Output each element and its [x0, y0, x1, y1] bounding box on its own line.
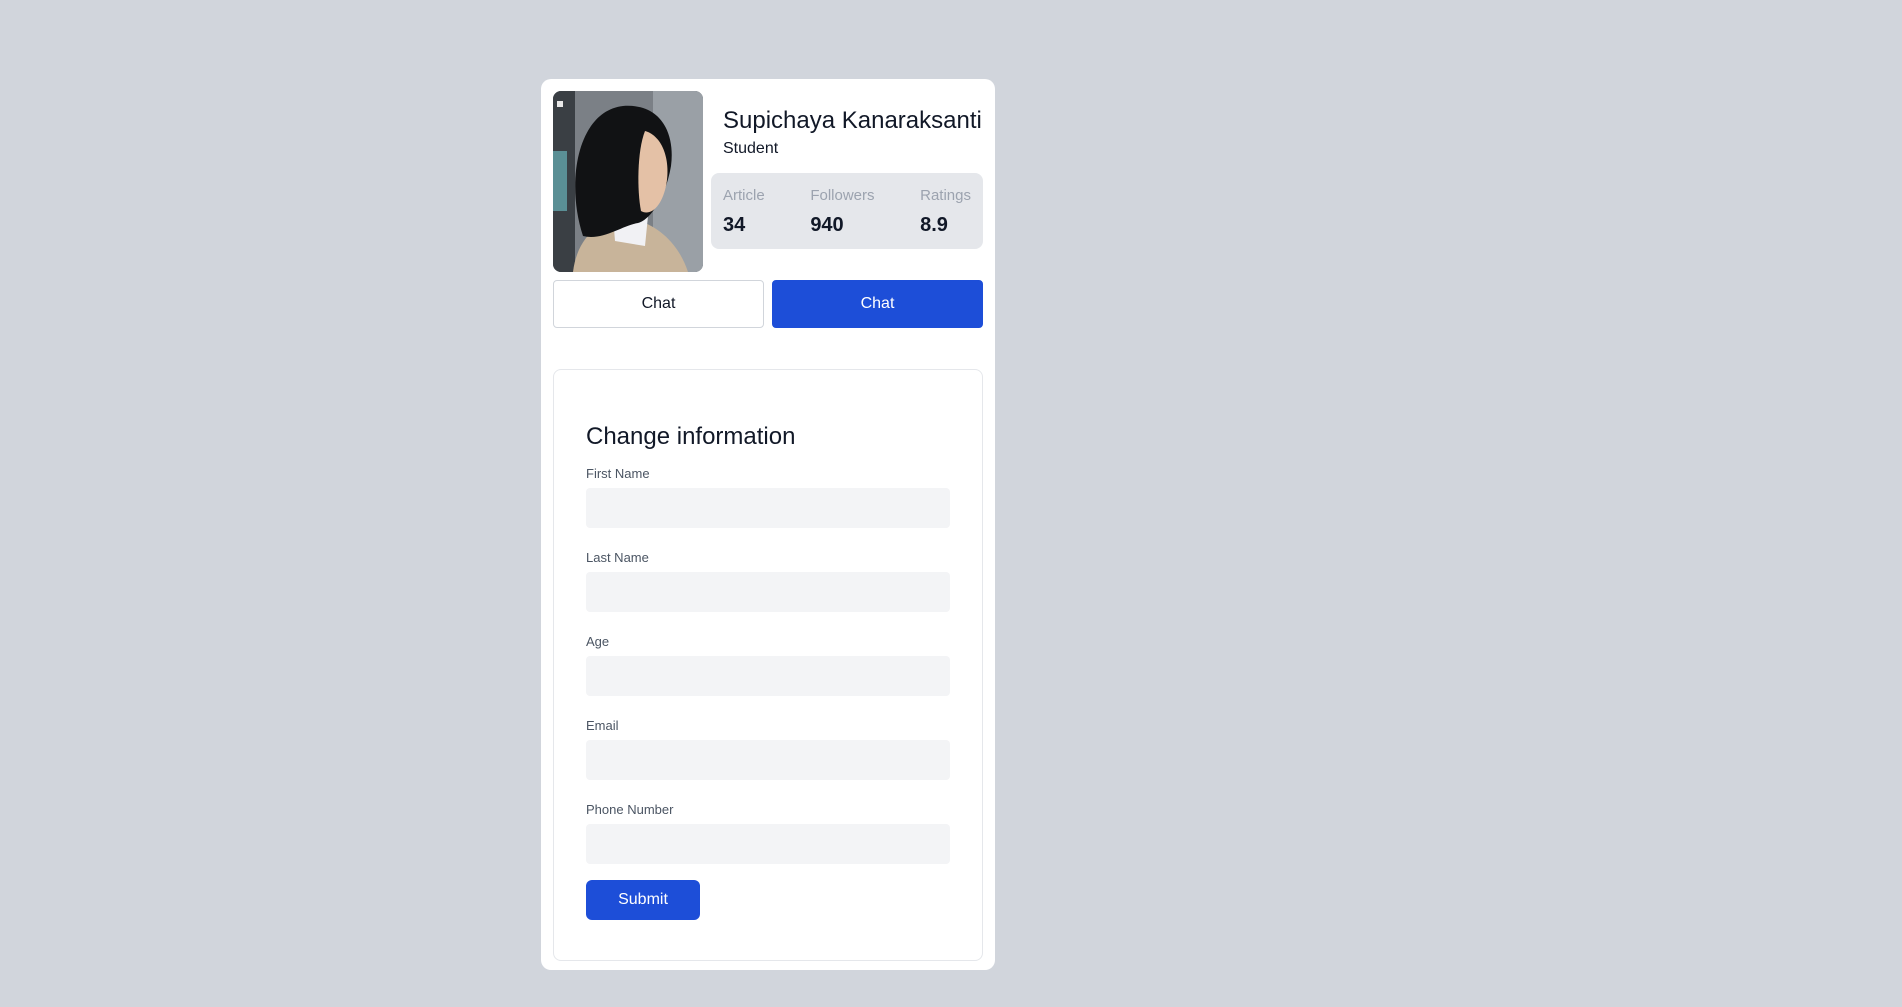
profile-role: Student: [723, 140, 779, 157]
profile-header: Supichaya Kanaraksanti Student Article 3…: [553, 91, 983, 272]
profile-name: Supichaya Kanaraksanti: [723, 107, 982, 134]
first-name-label: First Name: [586, 466, 650, 481]
chat-primary-button[interactable]: Chat: [772, 280, 983, 328]
last-name-input[interactable]: [586, 572, 950, 612]
email-field: Email: [586, 718, 950, 780]
submit-button[interactable]: Submit: [586, 880, 700, 920]
email-label: Email: [586, 718, 619, 733]
age-field: Age: [586, 634, 950, 696]
stat-followers: Followers 940: [810, 173, 874, 249]
action-buttons: Chat Chat: [553, 280, 983, 328]
email-input[interactable]: [586, 740, 950, 780]
stat-label: Article: [723, 187, 765, 204]
first-name-field: First Name: [586, 466, 950, 528]
chat-outline-button[interactable]: Chat: [553, 280, 764, 328]
phone-number-input[interactable]: [586, 824, 950, 864]
profile-photo-image: [553, 91, 703, 272]
stat-value: 940: [810, 214, 844, 236]
profile-photo: [553, 91, 703, 272]
profile-info: Supichaya Kanaraksanti Student Article 3…: [711, 91, 983, 272]
stat-value: 34: [723, 214, 746, 236]
last-name-label: Last Name: [586, 550, 649, 565]
form-title: Change information: [586, 423, 796, 450]
last-name-field: Last Name: [586, 550, 950, 612]
stat-ratings: Ratings 8.9: [920, 173, 971, 249]
age-label: Age: [586, 634, 610, 649]
phone-number-label: Phone Number: [586, 802, 674, 817]
change-information-form: Change information First Name Last Name …: [553, 369, 983, 961]
stat-article: Article 34: [723, 173, 765, 249]
stat-label: Followers: [810, 187, 875, 204]
profile-card: Supichaya Kanaraksanti Student Article 3…: [541, 79, 995, 970]
stat-value: 8.9: [920, 214, 948, 236]
first-name-input[interactable]: [586, 488, 950, 528]
profile-stats: Article 34 Followers 940 Ratings 8.9: [711, 173, 983, 249]
stat-label: Ratings: [920, 187, 971, 204]
phone-number-field: Phone Number: [586, 802, 950, 864]
age-input[interactable]: [586, 656, 950, 696]
